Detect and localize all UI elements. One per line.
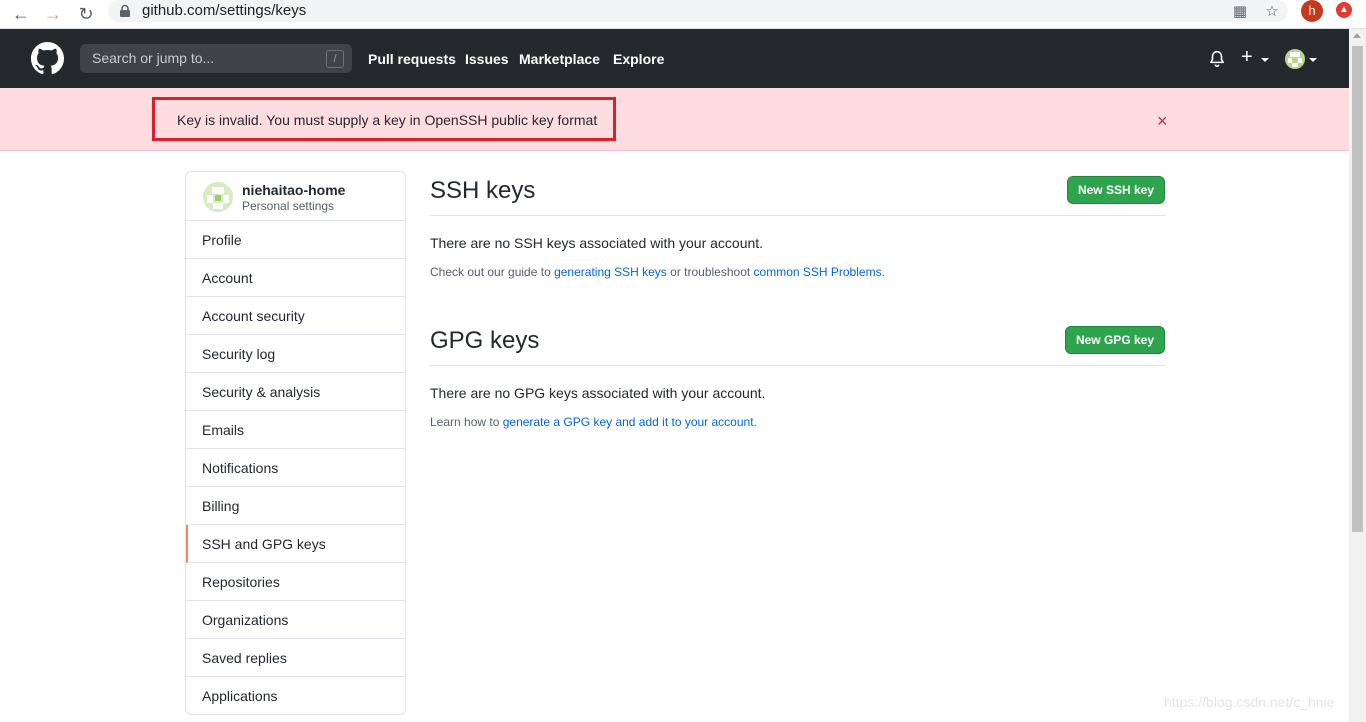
chevron-down-icon — [1261, 58, 1269, 62]
generate-gpg-key-link[interactable]: generate a GPG key and add it to your ac… — [503, 415, 754, 429]
sidebar-item-label: Account — [202, 270, 253, 286]
sidebar-item-label: Security & analysis — [202, 384, 321, 400]
user-avatar[interactable] — [1285, 49, 1305, 69]
sidebar-item-profile[interactable]: Profile — [186, 221, 405, 259]
search-placeholder: Search or jump to... — [92, 50, 215, 66]
github-logo-icon[interactable] — [31, 42, 64, 75]
create-new-plus-icon[interactable]: + — [1241, 46, 1253, 68]
browser-profile-avatar[interactable]: h — [1301, 0, 1323, 22]
sidebar-item-ssh-gpg-keys[interactable]: SSH and GPG keys — [186, 525, 405, 563]
flash-message: Key is invalid. You must supply a key in… — [177, 112, 598, 128]
sidebar-item-saved-replies[interactable]: Saved replies — [186, 639, 405, 677]
gpg-empty-message: There are no GPG keys associated with yo… — [430, 385, 766, 401]
sidebar-item-applications[interactable]: Applications — [186, 677, 405, 714]
sidebar-username[interactable]: niehaitao-home — [242, 182, 345, 198]
gpg-keys-title: GPG keys — [430, 327, 540, 354]
address-url[interactable]: github.com/settings/keys — [142, 2, 306, 19]
new-gpg-key-button[interactable]: New GPG key — [1065, 326, 1165, 354]
divider — [430, 365, 1166, 366]
common-ssh-problems-link[interactable]: common SSH Problems — [754, 265, 882, 279]
divider — [430, 215, 1166, 216]
sidebar-item-label: Security log — [202, 346, 276, 362]
sidebar-item-label: Emails — [202, 422, 245, 438]
address-bar[interactable]: github.com/settings/keys — [108, 0, 1288, 22]
scroll-up-icon[interactable] — [1353, 33, 1361, 38]
sidebar-item-billing[interactable]: Billing — [186, 487, 405, 525]
avatar — [203, 182, 233, 212]
sidebar-item-label: Notifications — [202, 460, 279, 476]
translate-icon[interactable]: ▦ — [1230, 2, 1250, 22]
new-ssh-key-button[interactable]: New SSH key — [1067, 176, 1165, 204]
search-shortcut-hint: / — [326, 50, 344, 68]
reload-icon[interactable]: ↻ — [74, 2, 98, 26]
sidebar-item-repositories[interactable]: Repositories — [186, 563, 405, 601]
sidebar-subtitle: Personal settings — [242, 199, 335, 213]
sidebar-item-label: Organizations — [202, 612, 289, 628]
sidebar-item-label: Repositories — [202, 574, 280, 590]
sidebar-item-label: Applications — [202, 688, 278, 704]
sidebar-item-account[interactable]: Account — [186, 259, 405, 297]
sidebar-item-security-log[interactable]: Security log — [186, 335, 405, 373]
browser-toolbar: ← → ↻ github.com/settings/keys ▦ ☆ h ▲ — [0, 0, 1366, 29]
sidebar-item-label: Profile — [202, 232, 242, 248]
nav-pull-requests[interactable]: Pull requests — [368, 51, 456, 67]
bookmark-star-icon[interactable]: ☆ — [1262, 2, 1282, 22]
search-input[interactable]: Search or jump to... / — [80, 44, 352, 73]
sidebar-item-notifications[interactable]: Notifications — [186, 449, 405, 487]
settings-sidebar: niehaitao-home Personal settings Profile… — [185, 171, 406, 715]
back-arrow-icon[interactable]: ← — [9, 2, 33, 26]
watermark: https://blog.csdn.net/c_hnie — [1164, 694, 1335, 710]
sidebar-user-header[interactable]: niehaitao-home Personal settings — [186, 172, 405, 221]
flash-error-banner: Key is invalid. You must supply a key in… — [0, 88, 1349, 151]
sidebar-item-security-analysis[interactable]: Security & analysis — [186, 373, 405, 411]
nav-marketplace[interactable]: Marketplace — [519, 51, 600, 67]
scrollbar-thumb[interactable] — [1352, 46, 1363, 532]
page-scrollbar[interactable] — [1349, 29, 1366, 722]
close-icon[interactable]: × — [1157, 111, 1168, 132]
github-header: Search or jump to... / Pull requests Iss… — [0, 29, 1349, 88]
sidebar-item-label: SSH and GPG keys — [202, 536, 326, 552]
extension-icon[interactable]: ▲ — [1336, 2, 1352, 18]
gpg-guide-note: Learn how to generate a GPG key and add … — [430, 415, 757, 429]
chevron-down-icon — [1309, 58, 1317, 62]
sidebar-item-organizations[interactable]: Organizations — [186, 601, 405, 639]
sidebar-item-account-security[interactable]: Account security — [186, 297, 405, 335]
sidebar-item-label: Billing — [202, 498, 240, 514]
nav-explore[interactable]: Explore — [613, 51, 664, 67]
sidebar-item-label: Account security — [202, 308, 305, 324]
sidebar-item-emails[interactable]: Emails — [186, 411, 405, 449]
ssh-keys-title: SSH keys — [430, 177, 536, 204]
ssh-guide-note: Check out our guide to generating SSH ke… — [430, 265, 885, 279]
forward-arrow-icon[interactable]: → — [41, 2, 65, 26]
ssh-empty-message: There are no SSH keys associated with yo… — [430, 235, 764, 251]
generating-ssh-keys-link[interactable]: generating SSH keys — [554, 265, 667, 279]
bell-icon[interactable] — [1208, 50, 1226, 68]
nav-issues[interactable]: Issues — [465, 51, 509, 67]
lock-icon — [120, 4, 130, 17]
sidebar-item-label: Saved replies — [202, 650, 287, 666]
